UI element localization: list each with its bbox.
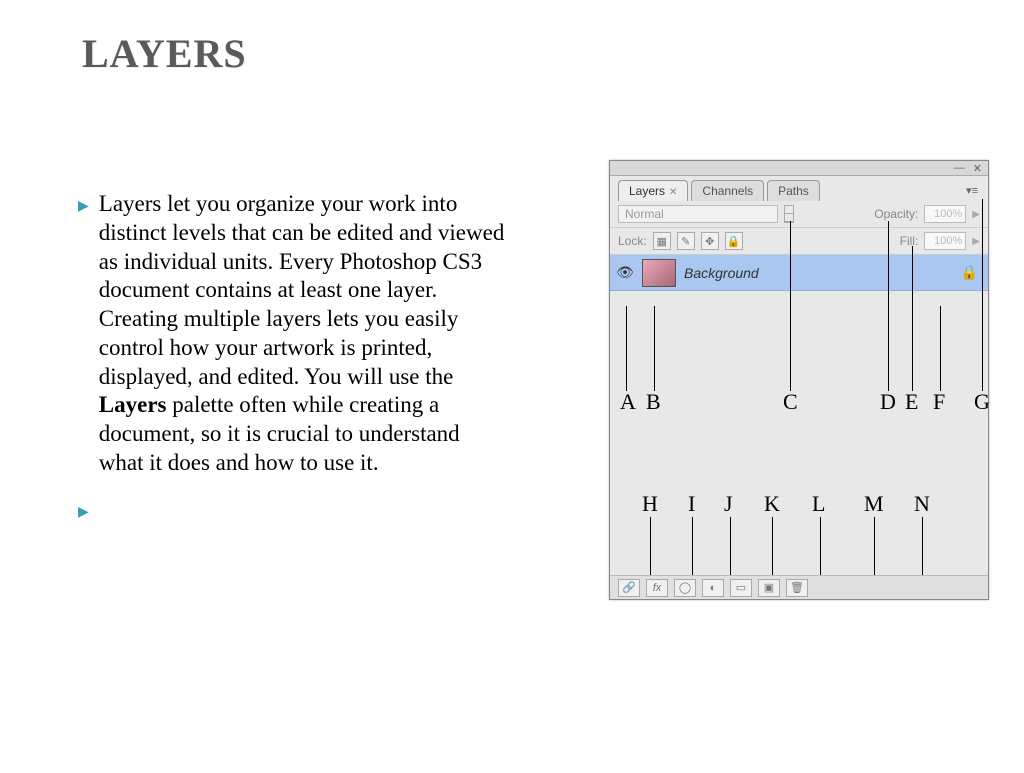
callout-D: D [880,389,896,415]
callout-N: N [914,491,930,517]
bullet-item: ▶ Layers let you organize your work into… [78,190,508,478]
close-icon[interactable]: ✕ [973,162,982,175]
lock-position-icon[interactable]: ✥ [701,232,719,250]
callout-A: A [620,389,636,415]
link-icon[interactable]: 🔗 [618,579,640,597]
callout-E: E [905,389,918,415]
minimize-icon[interactable]: — [954,162,965,174]
body-content: ▶ Layers let you organize your work into… [78,190,508,539]
callout-G: G [974,389,990,415]
blend-stepper[interactable] [784,205,794,223]
close-tab-icon[interactable]: ✕ [669,187,677,198]
bullet-item-empty: ▶ [78,496,508,521]
tab-layers[interactable]: Layers ✕ [618,180,688,201]
layer-lock-icon[interactable]: 🔒 [961,264,978,281]
slide-title: LAYERS [82,30,247,77]
callout-line [654,306,655,391]
callout-F: F [933,389,945,415]
folder-icon[interactable]: ▭ [730,579,752,597]
layer-row-background[interactable]: 👁 Background 🔒 [610,255,988,291]
opacity-value[interactable]: 100% [924,205,966,223]
callout-line [730,517,731,575]
blend-mode-select[interactable]: Normal [618,205,778,223]
tab-channels[interactable]: Channels [691,180,764,201]
adjustment-icon[interactable]: ◐ [702,579,724,597]
bullet-icon: ▶ [78,198,89,215]
callout-J: J [724,491,733,517]
panel-top-bar: — ✕ [610,161,988,176]
visibility-icon[interactable]: 👁 [616,264,634,282]
lock-transparency-icon[interactable]: ▦ [653,232,671,250]
callout-I: I [688,491,695,517]
new-layer-icon[interactable]: ▣ [758,579,780,597]
panel-menu-icon[interactable]: ▾≡ [966,184,978,197]
fx-icon[interactable]: fx [646,579,668,597]
tabs-row: Layers ✕ Channels Paths ▾≡ [610,176,988,201]
callout-C: C [783,389,798,415]
trash-icon[interactable]: 🗑 [786,579,808,597]
lock-all-icon[interactable]: 🔒 [725,232,743,250]
panel-bottom-bar: 🔗 fx ◯ ◐ ▭ ▣ 🗑 [610,575,988,599]
bullet-icon: ▶ [78,504,89,521]
callout-line [650,517,651,575]
fill-label: Fill: [900,234,919,248]
callout-line [912,246,913,391]
tab-paths[interactable]: Paths [767,180,820,201]
callout-line [790,221,791,391]
opacity-label: Opacity: [874,207,918,221]
callout-line [692,517,693,575]
callout-line [820,517,821,575]
body-text-part1: Layers let you organize your work into d… [99,191,505,389]
callout-line [772,517,773,575]
callout-H: H [642,491,658,517]
callout-line [940,306,941,391]
callout-K: K [764,491,780,517]
callout-M: M [864,491,884,517]
body-text: Layers let you organize your work into d… [99,190,508,478]
callout-line [888,221,889,391]
callout-B: B [646,389,661,415]
lock-pixels-icon[interactable]: ✎ [677,232,695,250]
callout-L: L [812,491,825,517]
layers-panel: — ✕ Layers ✕ Channels Paths ▾≡ Normal Opa… [609,160,989,600]
opacity-arrow-icon[interactable]: ▶ [972,209,980,220]
mask-icon[interactable]: ◯ [674,579,696,597]
callout-line [982,199,983,391]
lock-fill-row: Lock: ▦ ✎ ✥ 🔒 Fill: 100% ▶ [610,228,988,255]
layer-thumbnail[interactable] [642,259,676,287]
body-text-bold: Layers [99,392,167,417]
callout-line [626,306,627,391]
lock-label: Lock: [618,234,647,248]
blend-opacity-row: Normal Opacity: 100% ▶ [610,201,988,228]
tab-layers-label: Layers [629,184,665,198]
fill-value[interactable]: 100% [924,232,966,250]
callout-line [922,517,923,575]
fill-arrow-icon[interactable]: ▶ [972,236,980,247]
callout-line [874,517,875,575]
